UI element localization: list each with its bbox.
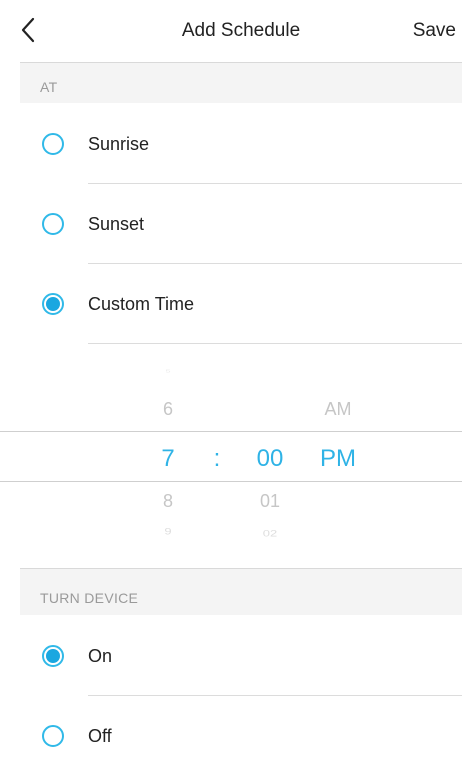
section-header-at: AT <box>20 63 462 103</box>
picker-selection-top-line <box>0 431 462 432</box>
page-title: Add Schedule <box>181 20 301 41</box>
save-button[interactable]: Save <box>413 0 456 62</box>
minute-selected: 00 <box>256 445 284 472</box>
radio-sunset[interactable] <box>42 213 64 235</box>
section-header-turn-device: TURN DEVICE <box>20 569 462 615</box>
option-label: Sunrise <box>88 134 150 154</box>
option-on[interactable]: On <box>20 616 462 696</box>
radio-custom-time[interactable] <box>42 293 64 315</box>
option-label: Custom Time <box>88 294 195 314</box>
radio-sunrise[interactable] <box>42 133 64 155</box>
option-sunset[interactable]: Sunset <box>20 184 462 264</box>
nav-bar: Add Schedule Save <box>20 0 462 62</box>
minute-option: 02 <box>262 528 278 539</box>
back-button[interactable] <box>20 8 68 56</box>
hour-option: 6 <box>162 399 174 419</box>
option-custom-time[interactable]: Custom Time <box>20 264 462 344</box>
hour-selected: 7 <box>161 445 175 472</box>
hour-option: 9 <box>164 526 172 537</box>
minute-option: 01 <box>259 491 281 511</box>
radio-on[interactable] <box>42 645 64 667</box>
hour-option: 5 <box>165 368 171 374</box>
time-picker: 5 6 7 8 9 : 00 01 02 AM PM <box>0 344 462 568</box>
period-option: AM <box>324 399 352 419</box>
period-selected: PM <box>320 445 356 472</box>
chevron-left-icon <box>20 16 36 49</box>
option-label: Sunset <box>88 214 145 234</box>
hour-option: 8 <box>162 491 174 511</box>
option-label: Off <box>88 726 112 746</box>
option-off[interactable]: Off <box>20 696 462 776</box>
picker-selection-bottom-line <box>0 481 462 482</box>
radio-off[interactable] <box>42 725 64 747</box>
time-separator: : <box>213 445 221 472</box>
option-sunrise[interactable]: Sunrise <box>20 104 462 184</box>
option-label: On <box>88 646 113 666</box>
